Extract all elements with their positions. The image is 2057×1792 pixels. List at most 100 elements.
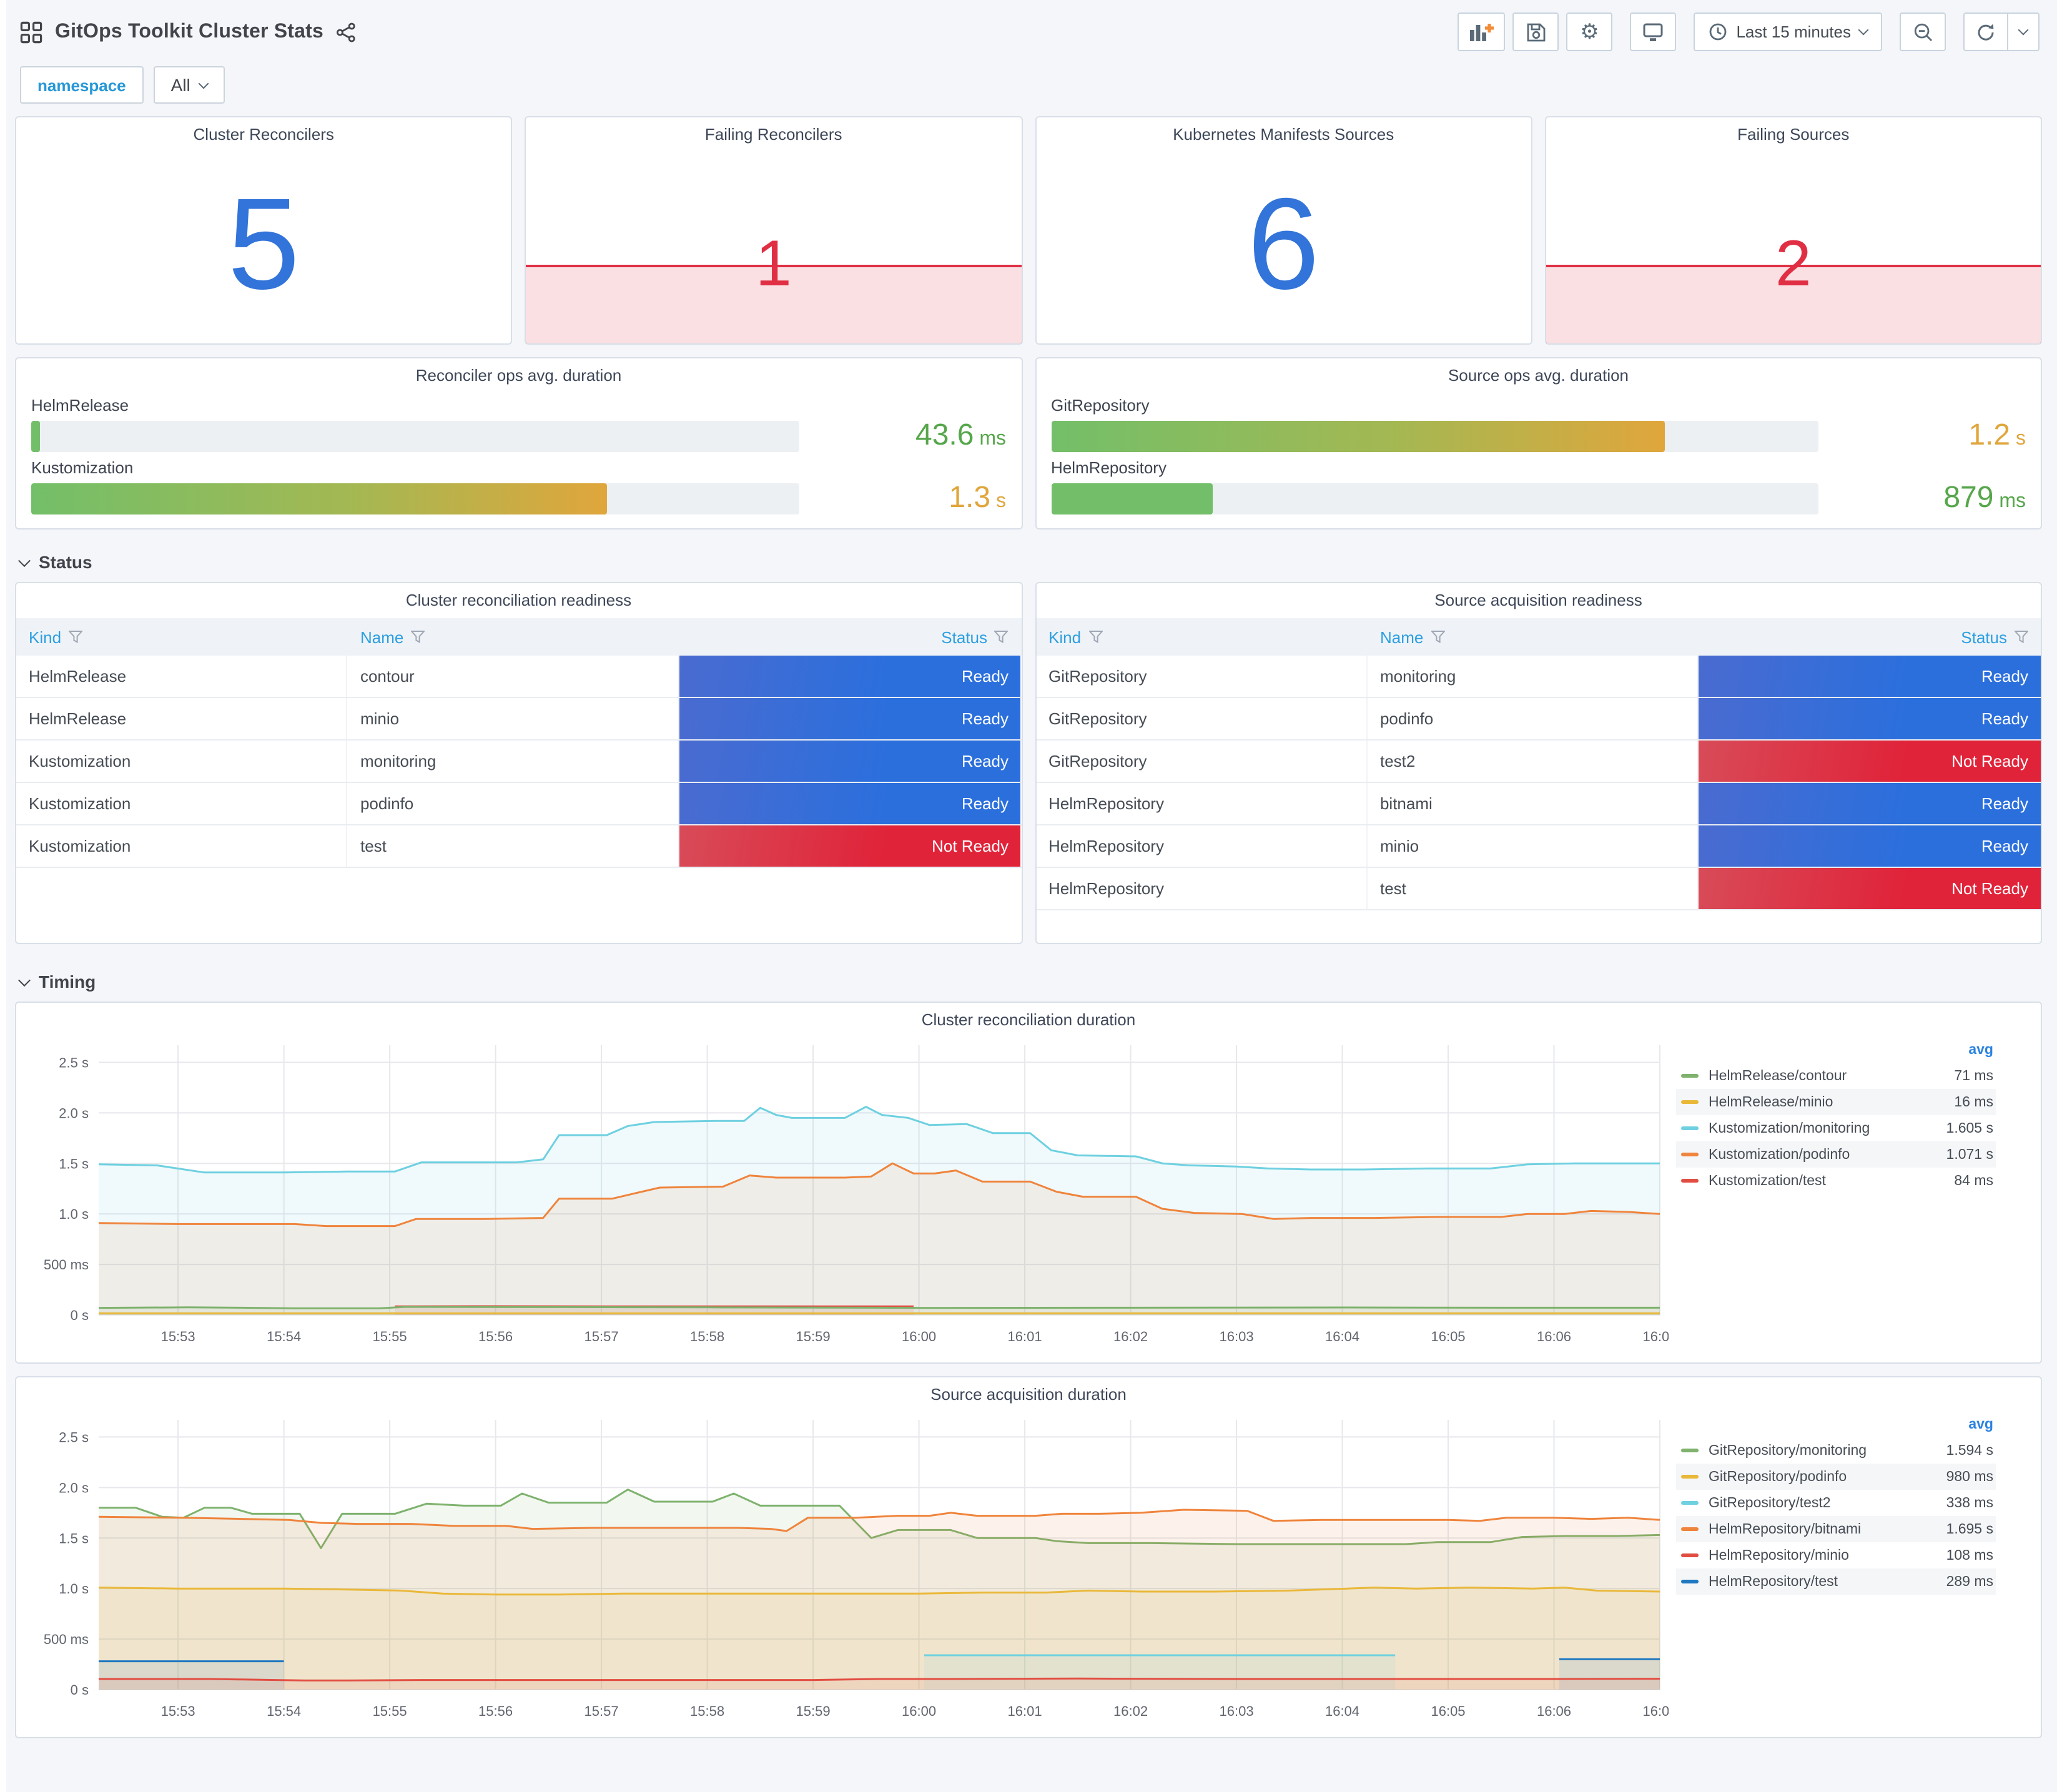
namespace-filter-value[interactable]: All	[153, 66, 225, 104]
kind-cell: GitRepository	[1036, 741, 1368, 782]
x-axis-tick-label: 16:06	[1537, 1329, 1571, 1344]
chevron-down-icon	[1858, 24, 1869, 36]
tv-mode-button[interactable]	[1630, 12, 1677, 51]
kind-cell: HelmRelease	[16, 656, 348, 697]
legend-series-name: GitRepository/monitoring	[1709, 1443, 1867, 1458]
status-badge: Ready	[679, 698, 1021, 739]
column-header-status[interactable]: Status	[1699, 618, 2041, 656]
refresh-interval-dropdown[interactable]	[2007, 14, 2038, 50]
x-axis-tick-label: 15:53	[161, 1329, 195, 1344]
name-cell: podinfo	[348, 783, 679, 824]
filter-icon[interactable]	[2014, 631, 2028, 643]
legend-item[interactable]: HelmRelease/contour 71 ms	[1676, 1063, 1996, 1089]
filter-icon[interactable]	[1431, 631, 1445, 643]
panel-title[interactable]: Reconciler ops avg. duration	[16, 358, 1021, 388]
apps-grid-icon[interactable]	[20, 21, 42, 43]
panel-cluster-reconciliation-duration: Cluster reconciliation duration 0 s 500 m…	[15, 1002, 2042, 1364]
x-axis-tick-label: 16:00	[902, 1703, 936, 1719]
name-cell: minio	[348, 698, 679, 739]
legend-avg-header[interactable]: avg	[1676, 1412, 1996, 1437]
x-axis-tick-label: 15:53	[161, 1703, 195, 1719]
legend-avg-header[interactable]: avg	[1676, 1038, 1996, 1063]
section-header-timing[interactable]: Timing	[18, 972, 2040, 992]
status-badge: Ready	[679, 741, 1021, 782]
series-area	[99, 1587, 1660, 1690]
x-axis-tick-label: 15:56	[478, 1329, 513, 1344]
panel-title[interactable]: Cluster reconciliation readiness	[16, 583, 1021, 613]
x-axis-tick-label: 16:07	[1642, 1703, 1669, 1719]
gauge-value: 1.3 s	[949, 481, 1006, 514]
namespace-filter-selected: All	[170, 75, 190, 95]
kind-cell: HelmRepository	[1036, 783, 1368, 824]
legend-item[interactable]: GitRepository/test2 338 ms	[1676, 1490, 1996, 1516]
column-header-kind[interactable]: Kind	[16, 618, 348, 656]
time-series-plot[interactable]: 0 s 500 ms 1.0 s 1.5 s 2.0 s 2.5 s 15:53 15:54 1…	[24, 1035, 1669, 1355]
filter-icon[interactable]	[1088, 631, 1103, 643]
table-row: GitRepository monitoring Ready	[1036, 656, 2041, 698]
save-dashboard-button[interactable]	[1512, 12, 1559, 51]
panel-title[interactable]: Failing Sources	[1546, 117, 2041, 147]
name-cell: podinfo	[1368, 698, 1699, 739]
filter-icon[interactable]	[411, 631, 425, 643]
legend-item[interactable]: Kustomization/test 84 ms	[1676, 1168, 1996, 1194]
panel-title[interactable]: Source acquisition duration	[16, 1377, 2041, 1407]
y-axis-tick-label: 1.0 s	[59, 1581, 89, 1597]
column-header-status[interactable]: Status	[679, 618, 1021, 656]
settings-button[interactable]: ⚙	[1566, 12, 1613, 51]
legend-item[interactable]: HelmRepository/minio 108 ms	[1676, 1542, 1996, 1568]
chart-legend: avg HelmRelease/contour 71 ms HelmRelease/m…	[1669, 1035, 2008, 1355]
legend-avg-value: 980 ms	[1946, 1469, 1993, 1484]
series-color-swatch	[1681, 1527, 1699, 1531]
share-icon[interactable]	[336, 22, 356, 42]
time-range-picker[interactable]: Last 15 minutes	[1694, 12, 1882, 51]
template-variables-row: namespace All	[0, 59, 2057, 116]
panel-title[interactable]: Cluster reconciliation duration	[16, 1003, 2041, 1033]
legend-item[interactable]: Kustomization/monitoring 1.605 s	[1676, 1115, 1996, 1141]
table-header-row: Kind Name Status	[1036, 618, 2041, 656]
column-header-name[interactable]: Name	[348, 618, 679, 656]
column-header-name[interactable]: Name	[1368, 618, 1699, 656]
legend-item[interactable]: HelmRepository/test 289 ms	[1676, 1568, 1996, 1595]
legend-item[interactable]: Kustomization/podinfo 1.071 s	[1676, 1141, 1996, 1168]
stat-value: 1	[755, 228, 792, 301]
y-axis-tick-label: 2.5 s	[59, 1429, 89, 1445]
gauges-row: Reconciler ops avg. duration HelmRelease…	[15, 357, 2042, 529]
legend-avg-value: 289 ms	[1946, 1574, 1993, 1589]
panel-title[interactable]: Failing Reconcilers	[526, 117, 1022, 147]
bar-gauge-row: Kustomization 1.3 s	[31, 458, 1006, 516]
refresh-button-group	[1963, 12, 2040, 51]
bar-gauge-row: GitRepository 1.2 s	[1051, 396, 2026, 453]
gauge-value: 43.6 ms	[915, 418, 1006, 452]
legend-series-name: HelmRepository/bitnami	[1709, 1522, 1862, 1537]
gauge-label: HelmRepository	[1051, 458, 1167, 477]
zoom-out-time-button[interactable]	[1900, 12, 1946, 51]
legend-item[interactable]: GitRepository/podinfo 980 ms	[1676, 1464, 1996, 1490]
x-axis-tick-label: 16:03	[1220, 1703, 1254, 1719]
legend-item[interactable]: HelmRelease/minio 16 ms	[1676, 1089, 1996, 1115]
legend-item[interactable]: GitRepository/monitoring 1.594 s	[1676, 1437, 1996, 1464]
panel-title[interactable]: Cluster Reconcilers	[16, 117, 511, 147]
x-axis-tick-label: 16:03	[1220, 1329, 1254, 1344]
section-header-status[interactable]: Status	[18, 552, 2040, 572]
status-badge: Ready	[1699, 698, 2041, 739]
panel-title[interactable]: Source ops avg. duration	[1036, 358, 2041, 388]
legend-item[interactable]: HelmRepository/bitnami 1.695 s	[1676, 1516, 1996, 1542]
table-row: HelmRelease contour Ready	[16, 656, 1021, 698]
chevron-down-icon	[2018, 24, 2029, 36]
stat-value: 5	[227, 172, 300, 317]
kind-cell: GitRepository	[1036, 698, 1368, 739]
stat-value: 6	[1247, 172, 1320, 317]
panel-title[interactable]: Kubernetes Manifests Sources	[1036, 117, 1531, 147]
filter-icon[interactable]	[994, 631, 1009, 643]
add-panel-button[interactable]	[1458, 12, 1506, 51]
status-badge: Not Ready	[679, 825, 1021, 867]
legend-series-name: GitRepository/podinfo	[1709, 1469, 1847, 1484]
status-badge: Ready	[1699, 783, 2041, 824]
filter-icon[interactable]	[69, 631, 83, 643]
y-axis-tick-label: 0 s	[71, 1307, 89, 1323]
namespace-filter-label[interactable]: namespace	[20, 66, 144, 104]
panel-title[interactable]: Source acquisition readiness	[1036, 583, 2041, 613]
refresh-button[interactable]	[1965, 14, 2007, 50]
time-series-plot[interactable]: 0 s 500 ms 1.0 s 1.5 s 2.0 s 2.5 s 15:53 15:54 1…	[24, 1410, 1669, 1730]
column-header-kind[interactable]: Kind	[1036, 618, 1368, 656]
